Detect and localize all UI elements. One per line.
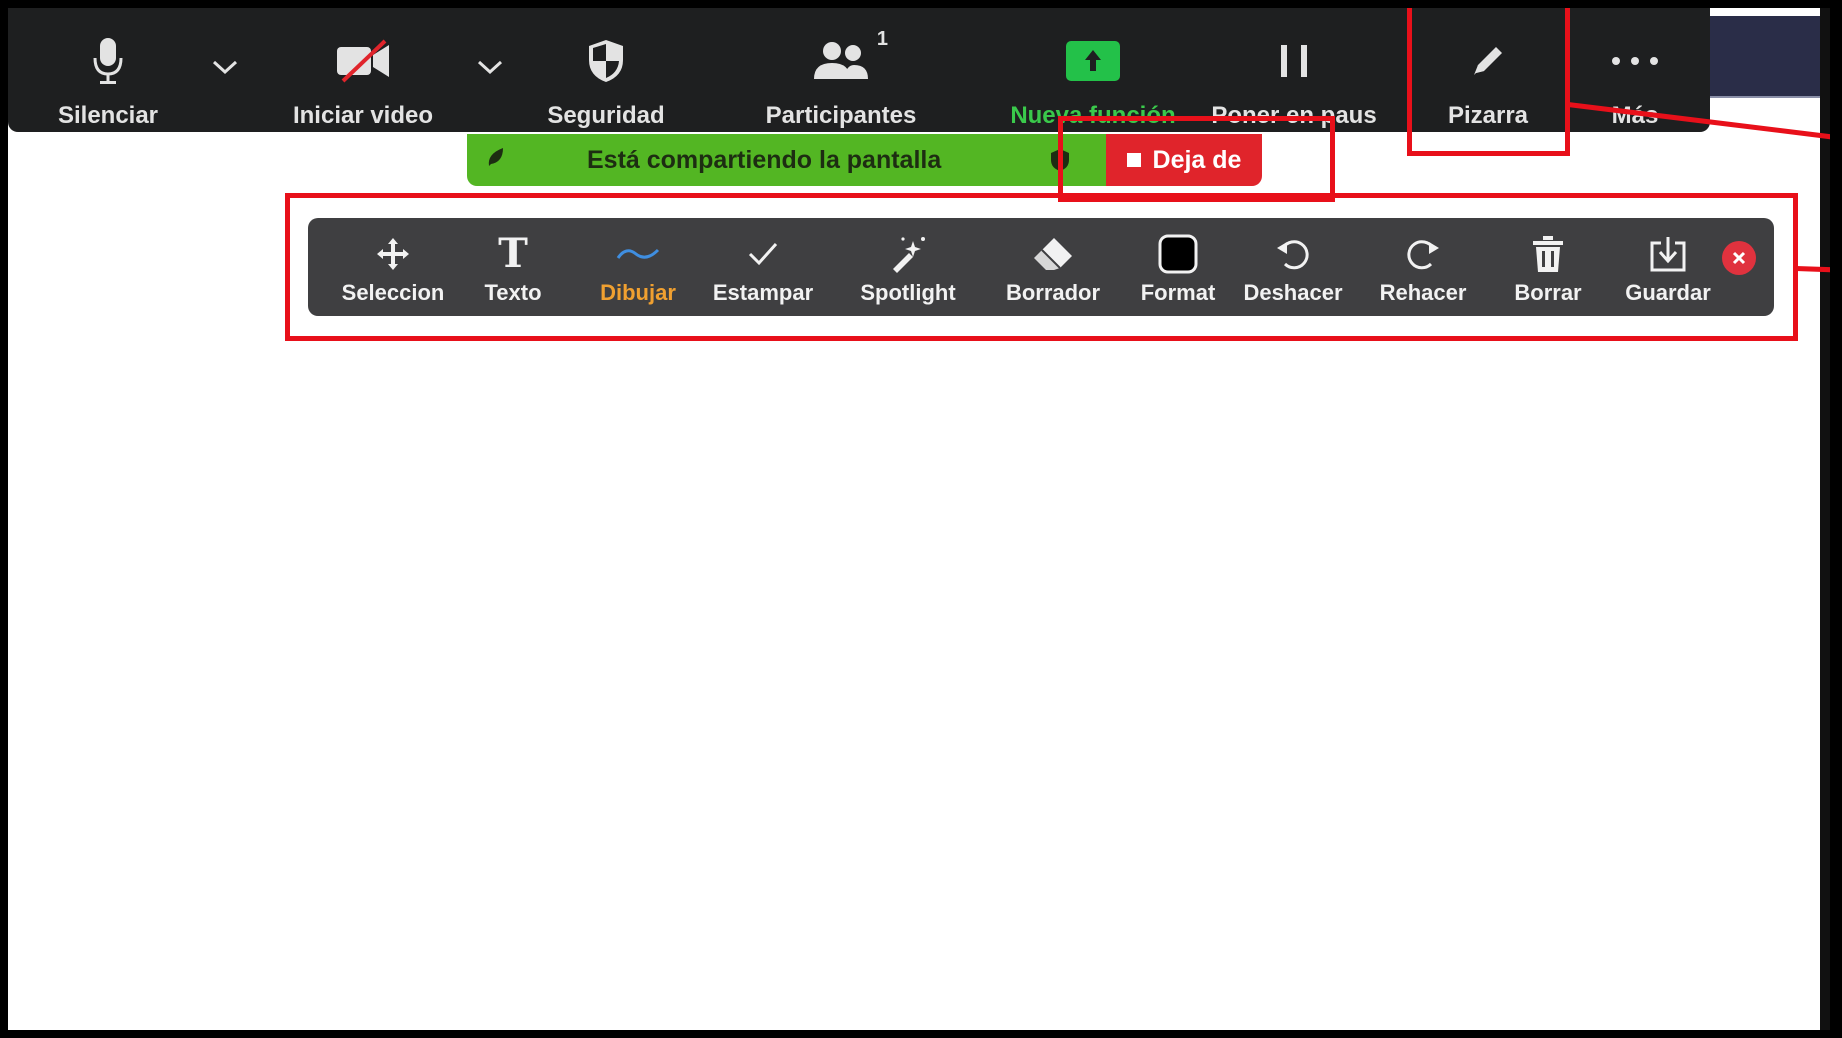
- sharing-banner-text: Está compartiendo la pantalla: [587, 145, 942, 174]
- participants-label: Participantes: [765, 102, 917, 129]
- security-button[interactable]: Seguridad: [536, 8, 676, 132]
- screen-canvas: Silenciar Iniciar video Seguridad 1 Part…: [8, 8, 1830, 1030]
- participants-icon: 1: [812, 28, 888, 86]
- pause-icon: [1277, 36, 1311, 86]
- pause-share-button[interactable]: Poner en paus: [1204, 8, 1384, 132]
- annotation-toolbar-highlight-box: [285, 193, 1798, 341]
- share-screen-icon: [1065, 36, 1121, 86]
- start-video-label: Iniciar video: [292, 102, 434, 129]
- audio-options-chevron-icon[interactable]: [210, 58, 240, 83]
- video-options-chevron-icon[interactable]: [475, 58, 505, 83]
- screen-edge: [1820, 8, 1830, 1030]
- participants-button[interactable]: 1 Participantes: [746, 8, 936, 132]
- mute-button[interactable]: Silenciar: [38, 8, 178, 132]
- security-label: Seguridad: [547, 102, 665, 129]
- microphone-icon: [91, 36, 125, 86]
- leaf-icon: [485, 146, 507, 175]
- more-icon: [1610, 36, 1660, 86]
- shield-icon: [586, 36, 626, 86]
- whiteboard-highlight-box: [1407, 8, 1570, 156]
- participants-count: 1: [876, 28, 888, 50]
- stop-share-highlight-box: [1058, 116, 1335, 202]
- video-off-icon: [335, 36, 391, 86]
- mute-label: Silenciar: [57, 102, 159, 129]
- start-video-button[interactable]: Iniciar video: [278, 8, 448, 132]
- new-feature-button[interactable]: Nueva función: [1003, 8, 1183, 132]
- callout-arrow-toolbar: [1795, 266, 1830, 273]
- sharing-banner[interactable]: Está compartiendo la pantalla: [467, 134, 1107, 186]
